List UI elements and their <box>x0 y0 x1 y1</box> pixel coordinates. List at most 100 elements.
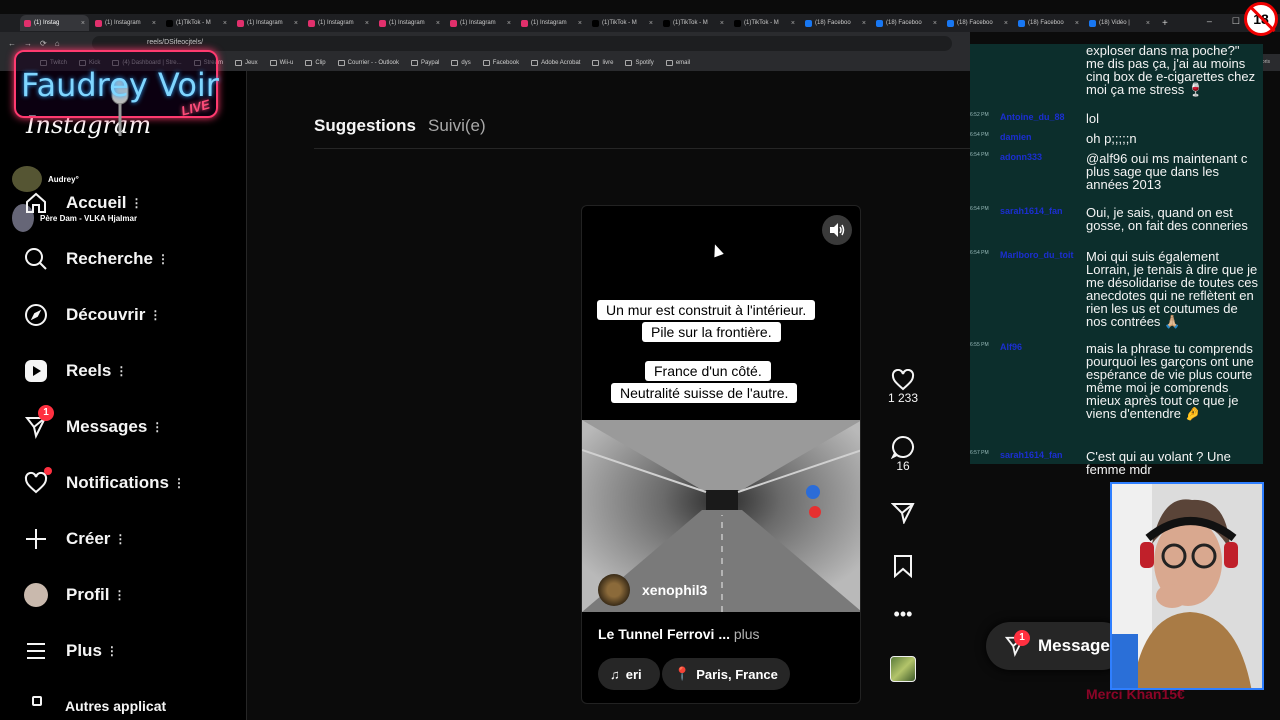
browser-tab[interactable]: (18) Faceboo × <box>801 15 870 31</box>
save-button[interactable] <box>884 554 922 578</box>
close-icon[interactable]: × <box>1075 20 1079 27</box>
tab-title: (1)TikTok - M <box>673 20 708 26</box>
tab-title: (18) Faceboo <box>957 20 993 26</box>
home-browser-icon[interactable]: ⌂ <box>55 39 60 48</box>
close-icon[interactable]: × <box>294 20 298 27</box>
close-icon[interactable]: × <box>365 20 369 27</box>
bookmark-item[interactable]: Spotify <box>625 59 654 66</box>
new-tab-icon[interactable]: + <box>1162 18 1168 29</box>
bookmark-item[interactable]: email <box>665 59 690 66</box>
reel-author[interactable]: xenophil3 <box>598 574 707 606</box>
bookmark-item[interactable]: Facebook <box>482 59 519 66</box>
sidebar-item-label: Plus <box>66 641 102 660</box>
maximize-icon[interactable]: ☐ <box>1232 16 1240 27</box>
more-options-button[interactable]: ••• <box>884 604 922 625</box>
sidebar-item-label: Autres applicat <box>65 698 167 714</box>
audio-pill[interactable]: ♫ eri <box>598 658 660 690</box>
browser-tab[interactable]: (1) Instagram × <box>91 15 160 31</box>
browser-tab[interactable]: (1) Instagram × <box>233 15 302 31</box>
browser-tab[interactable]: (18) Faceboo × <box>872 15 941 31</box>
more-link[interactable]: plus <box>734 626 760 642</box>
sidebar-item-label: Découvrir <box>66 305 146 324</box>
browser-tab[interactable]: (1) Instagram × <box>375 15 444 31</box>
bookmark-item[interactable]: Adobe Acrobat <box>531 59 581 66</box>
tab-suggestions[interactable]: Suggestions <box>314 116 416 136</box>
close-icon[interactable]: × <box>1146 20 1150 27</box>
sidebar-item-notifications[interactable]: Notifications ⋮ <box>24 467 185 495</box>
sidebar-item-decouvrir[interactable]: Découvrir ⋮ <box>24 303 161 327</box>
sidebar-item-plus[interactable]: Plus ⋮ <box>24 639 118 663</box>
browser-tab[interactable]: (1)TikTok - M × <box>162 15 231 31</box>
browser-tab[interactable]: (1) Instagram × <box>517 15 586 31</box>
tab-suivi[interactable]: Suivi(e) <box>428 116 486 136</box>
sidebar-item-label: Messages <box>66 417 148 436</box>
bookmark-item[interactable]: Clip <box>305 59 326 66</box>
stream-chat-panel: exploser dans ma poche?" me dis pas ça, … <box>970 44 1263 476</box>
like-count: 1 233 <box>887 391 919 405</box>
back-icon[interactable]: ← <box>8 39 16 48</box>
share-icon <box>891 503 915 524</box>
bookmark-label: livre <box>602 59 614 66</box>
browser-tab[interactable]: (1) Instag × <box>20 15 89 31</box>
bookmark-item[interactable]: dys <box>451 59 471 66</box>
location-pin-icon: 📍 <box>674 666 691 681</box>
browser-tab[interactable]: (18) Faceboo × <box>1014 15 1083 31</box>
close-icon[interactable]: × <box>578 20 582 27</box>
tab-title: (1) Instagram <box>460 20 496 26</box>
like-button[interactable]: 1 233 <box>884 369 922 405</box>
bookmark-item[interactable]: Wii-u <box>269 59 293 66</box>
sidebar-item-accueil[interactable]: Accueil ⋮ <box>24 191 142 215</box>
browser-tab[interactable]: (1) Instagram × <box>304 15 373 31</box>
bookmark-item[interactable]: Jeux <box>234 59 258 66</box>
reel-description: Le Tunnel Ferrovi ... plus <box>598 626 760 642</box>
share-button[interactable] <box>884 502 922 524</box>
location-pill[interactable]: 📍 Paris, France <box>662 658 790 690</box>
close-icon[interactable]: × <box>152 20 156 27</box>
close-icon[interactable]: × <box>649 20 653 27</box>
bookmark-item[interactable]: Paypal <box>411 59 439 66</box>
sidebar-item-creer[interactable]: Créer ⋮ <box>24 527 126 551</box>
tab-favicon-icon <box>237 19 244 27</box>
bookmark-item[interactable]: livre <box>592 59 614 66</box>
author-username[interactable]: xenophil3 <box>642 582 707 598</box>
close-icon[interactable]: × <box>1004 20 1008 27</box>
comment-button[interactable]: 16 <box>884 435 922 473</box>
chat-timestamp: 6:55 PM <box>970 342 989 348</box>
browser-tab[interactable]: (1) Instagram × <box>446 15 515 31</box>
sidebar-item-autres-applications[interactable]: Autres applicat <box>65 698 166 714</box>
bookmark-label: Adobe Acrobat <box>541 59 581 66</box>
stream-logo-overlay: Faudrey Voir LIVE <box>14 50 219 136</box>
audio-thumbnail[interactable] <box>890 656 916 682</box>
browser-tab[interactable]: (18) Faceboo × <box>943 15 1012 31</box>
location-label: Paris, France <box>696 666 778 682</box>
sidebar-item-reels[interactable]: Reels ⋮ <box>24 359 127 383</box>
tab-favicon-icon <box>450 19 457 27</box>
close-icon[interactable]: × <box>933 20 937 27</box>
author-avatar[interactable] <box>598 574 630 606</box>
sidebar-item-profil[interactable]: Profil ⋮ <box>24 583 125 607</box>
browser-tab[interactable]: (1)TikTok - M × <box>588 15 657 31</box>
volume-icon[interactable] <box>822 215 852 245</box>
reel-video[interactable]: Un mur est construit à l'intérieur. Pile… <box>581 205 861 704</box>
reload-icon[interactable]: ⟳ <box>40 39 47 48</box>
browser-tab[interactable]: (1)TikTok - M × <box>730 15 799 31</box>
browser-tab[interactable]: (1)TikTok - M × <box>659 15 728 31</box>
close-icon[interactable]: × <box>223 20 227 27</box>
sidebar-item-recherche[interactable]: Recherche ⋮ <box>24 247 169 271</box>
forward-icon[interactable]: → <box>24 39 32 48</box>
floating-messages-button[interactable]: 1 Message <box>986 622 1126 670</box>
close-icon[interactable]: × <box>862 20 866 27</box>
tab-favicon-icon <box>734 19 741 27</box>
close-icon[interactable]: × <box>720 20 724 27</box>
viewer-overlay-1: Audrey° <box>12 166 79 192</box>
close-icon[interactable]: × <box>436 20 440 27</box>
minimize-icon[interactable]: – <box>1207 16 1212 27</box>
tab-title: (18) Faceboo <box>1028 20 1064 26</box>
close-icon[interactable]: × <box>507 20 511 27</box>
browser-tab[interactable]: (18) Vidéo | × <box>1085 15 1154 31</box>
close-icon[interactable]: × <box>81 20 85 27</box>
bookmark-item[interactable]: Courrier - - Outlook <box>337 59 399 66</box>
address-bar[interactable]: reels/DSifeocjtels/ <box>92 36 952 51</box>
sidebar-item-messages[interactable]: 1 Messages ⋮ <box>24 405 163 439</box>
close-icon[interactable]: × <box>791 20 795 27</box>
